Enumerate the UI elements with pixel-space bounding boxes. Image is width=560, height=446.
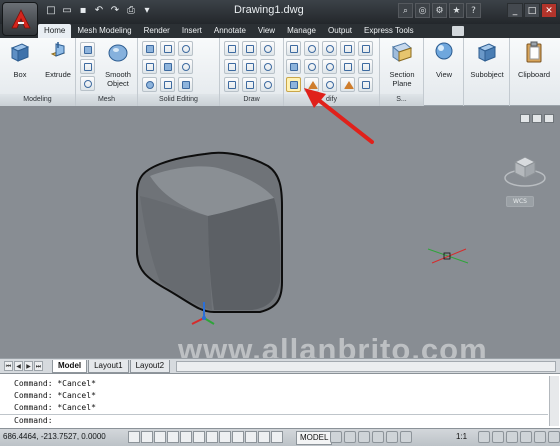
dyn-toggle[interactable]: [245, 431, 257, 443]
command-history: Command: *Cancel* Command: *Cancel* Comm…: [14, 378, 96, 414]
command-history-line: Command: *Cancel*: [14, 403, 96, 412]
grid-toggle[interactable]: [154, 431, 166, 443]
layout-nav-buttons: ⏮ ◀ ▶ ⏭: [4, 361, 43, 371]
showmotion-icon[interactable]: [400, 431, 412, 443]
command-scrollbar[interactable]: [549, 376, 559, 426]
polar-toggle[interactable]: [180, 431, 192, 443]
quick-view-drawings-icon[interactable]: [344, 431, 356, 443]
navigation-tools: [330, 431, 412, 443]
model-space-button[interactable]: MODEL: [296, 431, 333, 445]
snap-toggle[interactable]: [141, 431, 153, 443]
status-bar: 686.4464, -213.7527, 0.0000 MODEL 1:1: [0, 428, 560, 446]
annotation-visibility-icon[interactable]: [478, 431, 490, 443]
layout-tabs: Model Layout1 Layout2: [52, 360, 171, 373]
clean-screen-icon[interactable]: [548, 431, 560, 443]
infer-constraints-toggle[interactable]: [128, 431, 140, 443]
autocad-window: □ ▭ ▪ ↶ ↷ ⎙ ▾ Drawing1.dwg ⌕ ◎ ⚙ ★ ? _ □…: [0, 0, 560, 446]
command-window: Command: *Cancel* Command: *Cancel* Comm…: [0, 373, 560, 428]
tab-model[interactable]: Model: [52, 360, 88, 373]
tab-layout1[interactable]: Layout1: [88, 360, 129, 373]
first-layout-button[interactable]: ⏮: [4, 361, 13, 371]
tpy-toggle[interactable]: [271, 431, 283, 443]
last-layout-button[interactable]: ⏭: [34, 361, 43, 371]
ducs-toggle[interactable]: [232, 431, 244, 443]
annotation-scale[interactable]: 1:1: [456, 432, 467, 441]
osnap-toggle[interactable]: [193, 431, 205, 443]
next-layout-button[interactable]: ▶: [24, 361, 33, 371]
autocad-logo-icon: [11, 9, 31, 29]
steering-wheel-icon[interactable]: [386, 431, 398, 443]
tab-layout2[interactable]: Layout2: [129, 360, 171, 373]
coordinates-readout[interactable]: 686.4464, -213.7527, 0.0000: [3, 432, 106, 441]
application-menu-button[interactable]: [2, 2, 38, 36]
lwt-toggle[interactable]: [258, 431, 270, 443]
pan-icon[interactable]: [358, 431, 370, 443]
prev-layout-button[interactable]: ◀: [14, 361, 23, 371]
auto-scale-icon[interactable]: [492, 431, 504, 443]
command-history-line: Command: *Cancel*: [14, 391, 96, 400]
command-prompt: Command:: [14, 416, 53, 425]
quick-view-layouts-icon[interactable]: [330, 431, 342, 443]
isolate-objects-icon[interactable]: [534, 431, 546, 443]
drafting-settings: [128, 431, 283, 443]
command-input[interactable]: Command:: [0, 414, 548, 428]
workspace-tools: [478, 431, 560, 443]
otrack-toggle[interactable]: [219, 431, 231, 443]
horizontal-scrollbar[interactable]: [176, 361, 556, 372]
workspace-switch-icon[interactable]: [506, 431, 518, 443]
layout-tab-bar: ⏮ ◀ ▶ ⏭ Model Layout1 Layout2: [0, 358, 560, 373]
ortho-toggle[interactable]: [167, 431, 179, 443]
3d-osnap-toggle[interactable]: [206, 431, 218, 443]
zoom-icon[interactable]: [372, 431, 384, 443]
command-history-line: Command: *Cancel*: [14, 379, 96, 388]
lock-icon[interactable]: [520, 431, 532, 443]
